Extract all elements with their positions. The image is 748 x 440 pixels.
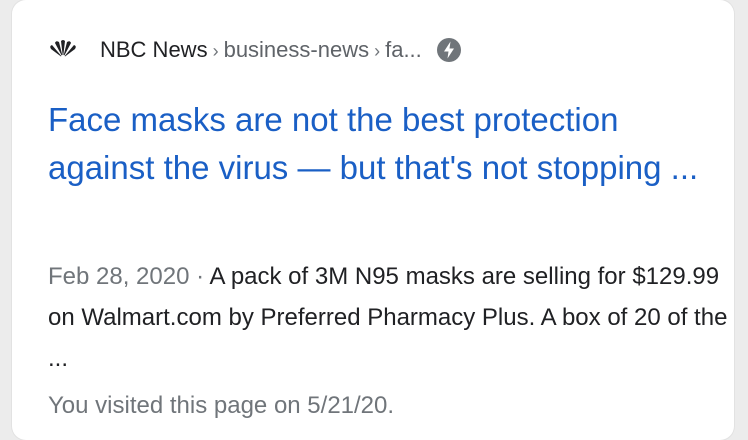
visited-note: You visited this page on 5/21/20. — [48, 392, 395, 419]
site-name: NBC News — [100, 37, 208, 62]
search-result-card: NBC News › business-news › fa... Face ma… — [12, 0, 734, 440]
nbc-peacock-icon — [48, 40, 78, 60]
result-source-row[interactable]: NBC News › business-news › fa... — [48, 34, 462, 66]
breadcrumb-item: business-news — [223, 37, 370, 62]
breadcrumb-separator: › — [374, 40, 381, 61]
result-snippet: Feb 28, 2020 · A pack of 3M N95 masks ar… — [48, 256, 728, 379]
breadcrumb-separator: › — [212, 40, 219, 61]
result-date: Feb 28, 2020 — [48, 263, 190, 290]
amp-lightning-icon — [436, 37, 462, 63]
result-title-link[interactable]: Face masks are not the best protection a… — [48, 96, 718, 192]
breadcrumb-item: fa... — [385, 37, 422, 62]
date-separator: · — [189, 263, 210, 290]
